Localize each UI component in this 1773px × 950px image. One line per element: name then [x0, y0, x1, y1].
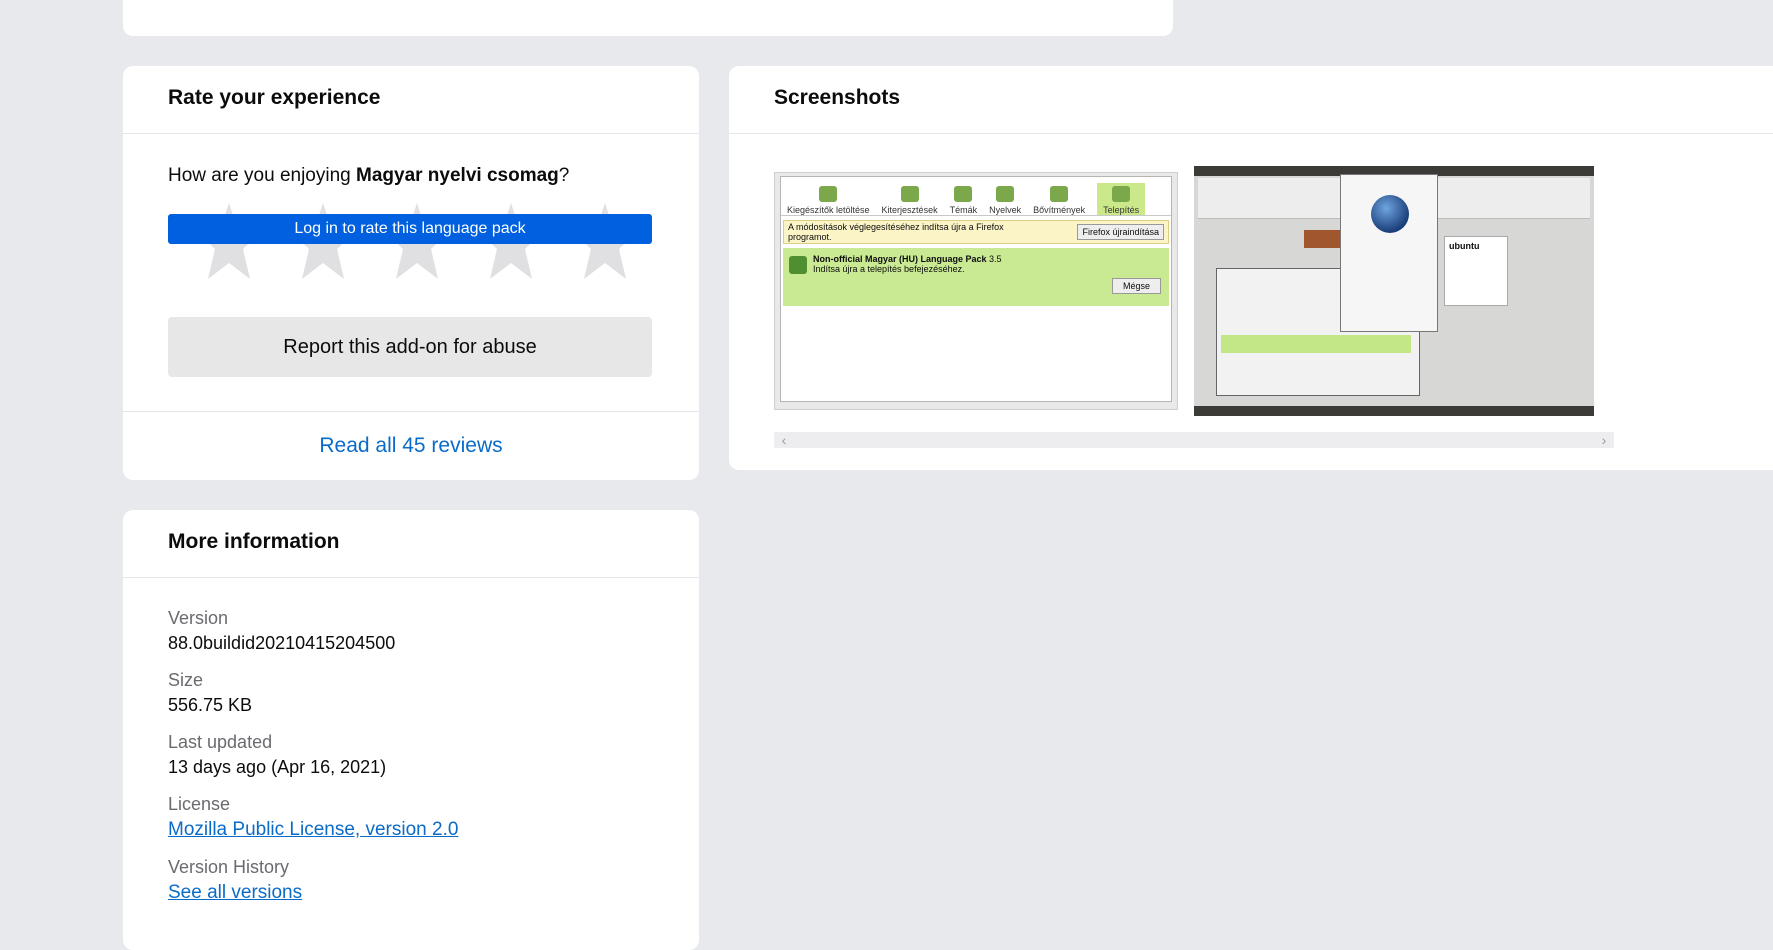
rate-title: Rate your experience	[123, 66, 699, 134]
firefox-logo-icon	[1371, 195, 1409, 233]
question-prefix: How are you enjoying	[168, 165, 356, 186]
scroll-right-icon[interactable]: ›	[1596, 432, 1612, 448]
previous-section-card	[123, 0, 1173, 36]
toolbar-item: Telepítés	[1097, 183, 1146, 215]
puzzle-icon	[819, 186, 838, 202]
theme-icon	[954, 186, 973, 202]
puzzle-icon	[900, 186, 919, 202]
read-all-reviews-link[interactable]: Read all 45 reviews	[123, 411, 699, 480]
screenshots-title: Screenshots	[729, 66, 1773, 134]
plugin-icon	[1050, 186, 1069, 202]
question-suffix: ?	[558, 165, 570, 186]
toolbar-item: Kiegészítők letöltése	[787, 183, 870, 215]
ubuntu-logo: ubuntu	[1444, 236, 1508, 306]
screenshots-card: Screenshots Kiegészítők letöltése Kiterj…	[729, 66, 1773, 470]
gallery-scrollbar[interactable]: ‹ ›	[774, 432, 1614, 448]
screenshot-1[interactable]: Kiegészítők letöltése Kiterjesztések Tém…	[774, 172, 1178, 410]
license-link[interactable]: Mozilla Public License, version 2.0	[168, 819, 458, 840]
version-value: 88.0buildid20210415204500	[168, 633, 396, 653]
more-information-card: More information Version 88.0buildid2021…	[123, 510, 699, 950]
restart-infobar: A módosítások véglegesítéséhez indítsa ú…	[783, 220, 1169, 244]
info-title: More information	[123, 510, 699, 578]
rate-experience-card: Rate your experience How are you enjoyin…	[123, 66, 699, 480]
toolbar-item: Nyelvek	[989, 183, 1021, 215]
star-rating: Log in to rate this language pack	[168, 199, 654, 283]
size-value: 556.75 KB	[168, 695, 253, 715]
puzzle-icon	[789, 256, 807, 274]
addon-name: Magyar nyelvi csomag	[356, 165, 559, 186]
last-updated-value: 13 days ago (Apr 16, 2021)	[168, 757, 387, 777]
report-abuse-button[interactable]: Report this add-on for abuse	[168, 317, 652, 377]
license-label: License	[168, 794, 231, 814]
last-updated-label: Last updated	[168, 732, 273, 752]
version-label: Version	[168, 608, 229, 628]
see-all-versions-link[interactable]: See all versions	[168, 882, 302, 903]
login-to-rate-button[interactable]: Log in to rate this language pack	[168, 214, 652, 244]
version-history-label: Version History	[168, 857, 290, 877]
restart-button: Firefox újraindítása	[1077, 224, 1164, 240]
toolbar-item: Kiterjesztések	[882, 183, 938, 215]
addons-toolbar: Kiegészítők letöltése Kiterjesztések Tém…	[781, 177, 1171, 216]
toolbar-item: Bővítmények	[1033, 183, 1085, 215]
screenshot-2[interactable]: ubuntu	[1194, 166, 1594, 416]
cancel-button: Mégse	[1111, 278, 1161, 294]
size-label: Size	[168, 670, 204, 690]
language-pack-row: Non-official Magyar (HU) Language Pack 3…	[783, 248, 1169, 306]
scroll-left-icon[interactable]: ‹	[776, 432, 792, 448]
flag-icon	[996, 186, 1015, 202]
install-icon	[1112, 186, 1131, 202]
about-dialog	[1340, 174, 1438, 332]
rate-question: How are you enjoying Magyar nyelvi csoma…	[168, 165, 654, 187]
toolbar-item: Témák	[950, 183, 977, 215]
